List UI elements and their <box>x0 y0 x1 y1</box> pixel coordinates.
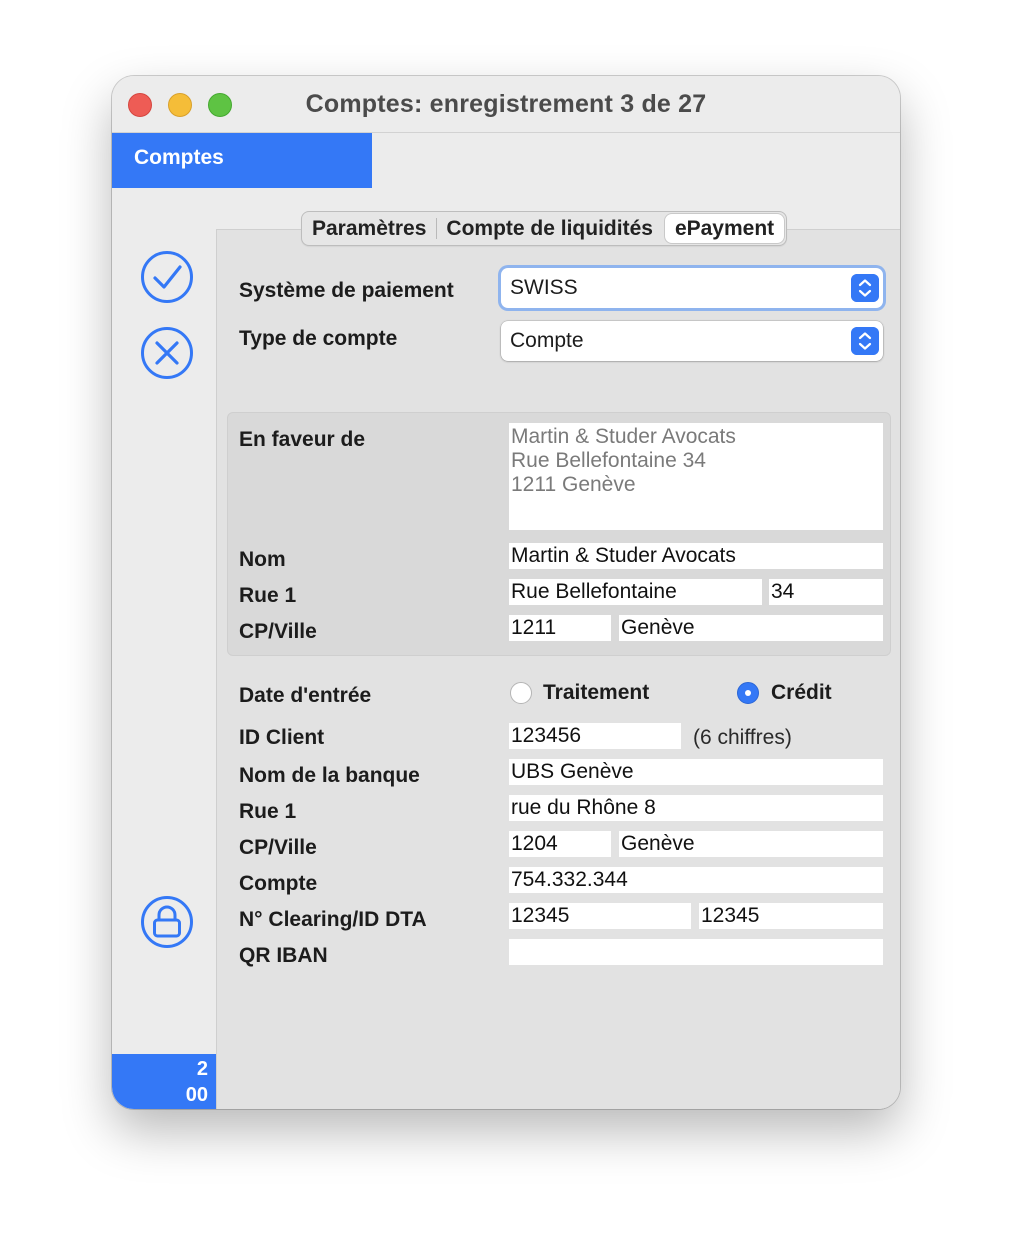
account-type-select[interactable]: Compte <box>501 321 883 361</box>
account-type-value: Compte <box>510 329 584 352</box>
checkmark-circle-icon[interactable] <box>140 250 194 304</box>
account-field[interactable]: 754.332.344 <box>509 867 883 893</box>
window: Comptes: enregistrement 3 de 27 Comptes … <box>112 76 900 1109</box>
updown-chevron-icon <box>851 327 879 355</box>
qr-iban-field[interactable] <box>509 939 883 965</box>
lock-circle-icon[interactable] <box>140 895 194 949</box>
left-toolbar <box>112 188 216 1109</box>
dta-id-field[interactable]: 12345 <box>699 903 883 929</box>
clearing-label: N° Clearing/ID DTA <box>239 908 427 931</box>
bank-postcode-field[interactable]: 1204 <box>509 831 611 857</box>
qr-iban-label: QR IBAN <box>239 944 328 967</box>
account-type-label: Type de compte <box>239 327 398 350</box>
in-favor-address-area[interactable]: Martin & Studer Avocats Rue Bellefontain… <box>509 423 883 530</box>
address-line: Martin & Studer Avocats <box>511 425 736 448</box>
epayment-panel: Système de paiement SWISS Type de compte… <box>216 229 900 1109</box>
badge-line-1: 2 <box>196 1058 208 1080</box>
tab-parametres[interactable]: Paramètres <box>302 212 436 245</box>
tab-compte-de-liquidites[interactable]: Compte de liquidités <box>436 212 663 245</box>
beneficiary-city-label: CP/Ville <box>239 620 317 643</box>
beneficiary-postcode-field[interactable]: 1211 <box>509 615 611 641</box>
beneficiary-city-field[interactable]: Genève <box>619 615 883 641</box>
tab-bar: Paramètres Compte de liquidités ePayment <box>301 211 788 246</box>
credit-radio[interactable] <box>737 682 759 704</box>
address-line: Rue Bellefontaine 34 <box>511 449 706 472</box>
clearing-field[interactable]: 12345 <box>509 903 691 929</box>
credit-option-label[interactable]: Crédit <box>771 681 832 705</box>
badge-line-2: 00 <box>185 1084 208 1106</box>
payment-system-select[interactable]: SWISS <box>501 268 883 308</box>
beneficiary-street-number-field[interactable]: 34 <box>769 579 883 605</box>
account-label: Compte <box>239 872 318 895</box>
bank-name-label: Nom de la banque <box>239 764 420 787</box>
beneficiary-name-label: Nom <box>239 548 286 571</box>
bank-name-field[interactable]: UBS Genève <box>509 759 883 785</box>
updown-chevron-icon <box>851 274 879 302</box>
payment-system-label: Système de paiement <box>239 279 454 302</box>
address-line: 1211 Genève <box>511 473 636 496</box>
in-favor-label: En faveur de <box>239 428 366 451</box>
bank-street-field[interactable]: rue du Rhône 8 <box>509 795 883 821</box>
title-bar: Comptes: enregistrement 3 de 27 <box>112 76 900 133</box>
beneficiary-street-label: Rue 1 <box>239 584 297 607</box>
beneficiary-name-field[interactable]: Martin & Studer Avocats <box>509 543 883 569</box>
client-id-label: ID Client <box>239 726 325 749</box>
window-content: Comptes 2 00 Système de paiement SWISS T… <box>112 133 900 1109</box>
payment-system-value: SWISS <box>510 276 578 299</box>
bank-street-label: Rue 1 <box>239 800 297 823</box>
entry-date-label: Date d'entrée <box>239 684 372 707</box>
client-id-field[interactable]: 123456 <box>509 723 681 749</box>
processing-radio[interactable] <box>510 682 532 704</box>
bank-city-field[interactable]: Genève <box>619 831 883 857</box>
window-title: Comptes: enregistrement 3 de 27 <box>305 90 707 118</box>
tab-epayment[interactable]: ePayment <box>664 214 785 243</box>
module-tab-comptes[interactable]: Comptes <box>112 133 372 188</box>
processing-option-label[interactable]: Traitement <box>543 681 649 705</box>
x-circle-icon[interactable] <box>140 326 194 380</box>
client-id-hint: (6 chiffres) <box>693 726 792 749</box>
beneficiary-street-field[interactable]: Rue Bellefontaine <box>509 579 762 605</box>
bank-city-label: CP/Ville <box>239 836 317 859</box>
record-count-badge: 2 00 <box>112 1054 216 1109</box>
